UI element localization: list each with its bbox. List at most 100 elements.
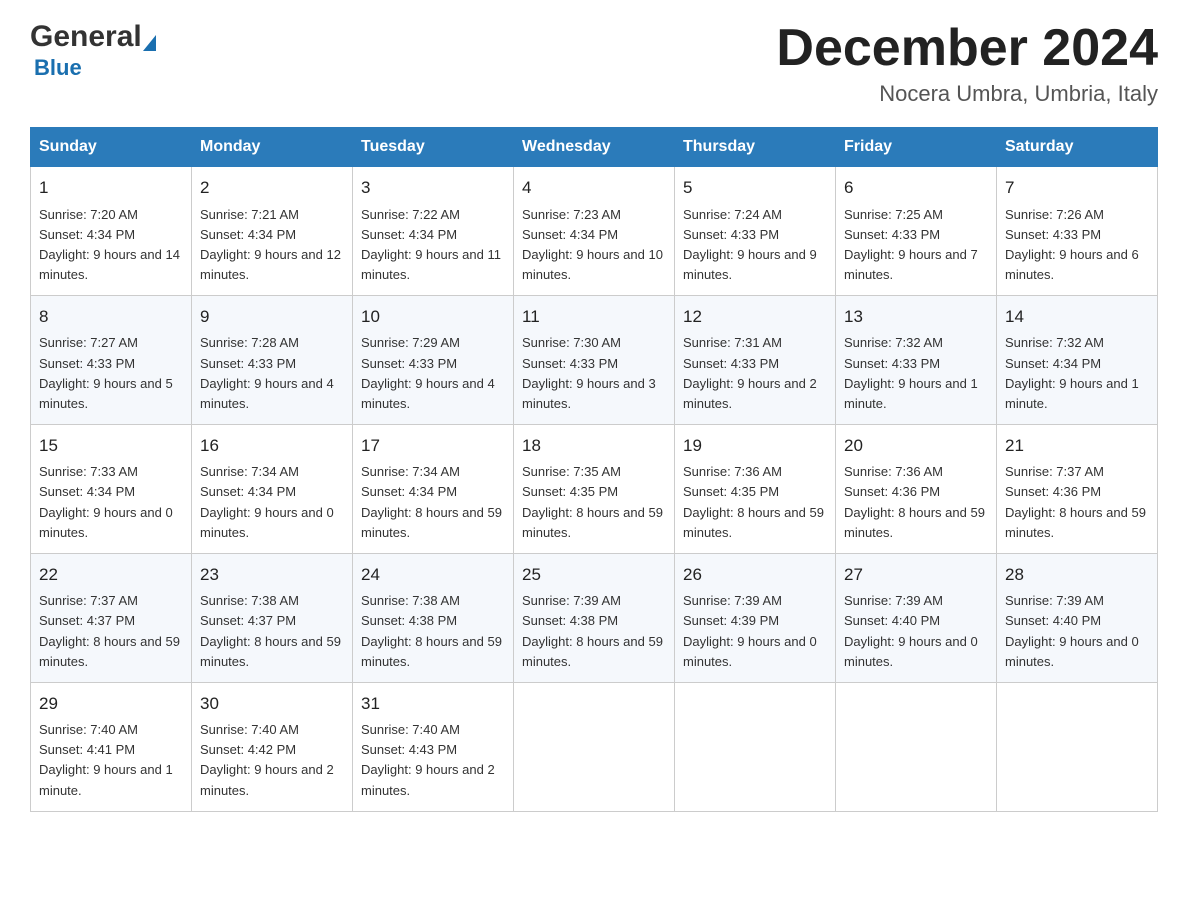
location: Nocera Umbra, Umbria, Italy <box>776 81 1158 107</box>
day-info: Sunrise: 7:21 AMSunset: 4:34 PMDaylight:… <box>200 207 341 282</box>
day-number: 7 <box>1005 175 1149 201</box>
day-cell: 30 Sunrise: 7:40 AMSunset: 4:42 PMDayligh… <box>192 682 353 811</box>
header-sunday: Sunday <box>31 128 192 167</box>
day-info: Sunrise: 7:24 AMSunset: 4:33 PMDaylight:… <box>683 207 817 282</box>
day-number: 24 <box>361 562 505 588</box>
day-number: 10 <box>361 304 505 330</box>
logo: General Blue <box>30 20 156 81</box>
day-info: Sunrise: 7:26 AMSunset: 4:33 PMDaylight:… <box>1005 207 1139 282</box>
day-number: 5 <box>683 175 827 201</box>
day-cell: 26Sunrise: 7:39 AMSunset: 4:39 PMDayligh… <box>675 553 836 682</box>
week-row-4: 22Sunrise: 7:37 AMSunset: 4:37 PMDayligh… <box>31 553 1158 682</box>
day-header-row: SundayMondayTuesdayWednesdayThursdayFrid… <box>31 128 1158 167</box>
day-number: 27 <box>844 562 988 588</box>
day-number: 6 <box>844 175 988 201</box>
day-info: Sunrise: 7:28 AMSunset: 4:33 PMDaylight:… <box>200 335 334 410</box>
day-cell: 2 Sunrise: 7:21 AMSunset: 4:34 PMDaylight… <box>192 167 353 296</box>
day-info: Sunrise: 7:39 AMSunset: 4:40 PMDaylight:… <box>1005 593 1139 668</box>
day-info: Sunrise: 7:39 AMSunset: 4:39 PMDaylight:… <box>683 593 817 668</box>
day-number: 30 <box>200 691 344 717</box>
day-cell: 12 Sunrise: 7:31 AMSunset: 4:33 PMDayligh… <box>675 296 836 425</box>
day-info: Sunrise: 7:38 AMSunset: 4:38 PMDaylight:… <box>361 593 502 668</box>
day-number: 28 <box>1005 562 1149 588</box>
day-info: Sunrise: 7:38 AMSunset: 4:37 PMDaylight:… <box>200 593 341 668</box>
day-info: Sunrise: 7:37 AMSunset: 4:37 PMDaylight:… <box>39 593 180 668</box>
day-cell: 31Sunrise: 7:40 AMSunset: 4:43 PMDayligh… <box>353 682 514 811</box>
day-number: 1 <box>39 175 183 201</box>
day-info: Sunrise: 7:37 AMSunset: 4:36 PMDaylight:… <box>1005 464 1146 539</box>
day-info: Sunrise: 7:32 AMSunset: 4:33 PMDaylight:… <box>844 335 978 410</box>
day-info: Sunrise: 7:33 AMSunset: 4:34 PMDaylight:… <box>39 464 173 539</box>
day-number: 8 <box>39 304 183 330</box>
day-number: 20 <box>844 433 988 459</box>
day-info: Sunrise: 7:32 AMSunset: 4:34 PMDaylight:… <box>1005 335 1139 410</box>
day-number: 21 <box>1005 433 1149 459</box>
day-cell: 9 Sunrise: 7:28 AMSunset: 4:33 PMDaylight… <box>192 296 353 425</box>
logo-general-text: General <box>30 20 156 54</box>
page-header: General Blue December 2024 Nocera Umbra,… <box>30 20 1158 107</box>
day-number: 25 <box>522 562 666 588</box>
day-cell: 11 Sunrise: 7:30 AMSunset: 4:33 PMDayligh… <box>514 296 675 425</box>
day-number: 14 <box>1005 304 1149 330</box>
day-info: Sunrise: 7:22 AMSunset: 4:34 PMDaylight:… <box>361 207 501 282</box>
day-info: Sunrise: 7:23 AMSunset: 4:34 PMDaylight:… <box>522 207 663 282</box>
day-number: 12 <box>683 304 827 330</box>
header-tuesday: Tuesday <box>353 128 514 167</box>
day-number: 29 <box>39 691 183 717</box>
day-cell: 3 Sunrise: 7:22 AMSunset: 4:34 PMDaylight… <box>353 167 514 296</box>
header-thursday: Thursday <box>675 128 836 167</box>
day-cell: 23 Sunrise: 7:38 AMSunset: 4:37 PMDayligh… <box>192 553 353 682</box>
day-cell: 4Sunrise: 7:23 AMSunset: 4:34 PMDaylight… <box>514 167 675 296</box>
week-row-1: 1 Sunrise: 7:20 AMSunset: 4:34 PMDaylight… <box>31 167 1158 296</box>
day-cell <box>836 682 997 811</box>
day-cell: 22Sunrise: 7:37 AMSunset: 4:37 PMDayligh… <box>31 553 192 682</box>
day-cell: 24 Sunrise: 7:38 AMSunset: 4:38 PMDayligh… <box>353 553 514 682</box>
day-cell: 5 Sunrise: 7:24 AMSunset: 4:33 PMDaylight… <box>675 167 836 296</box>
day-cell: 29Sunrise: 7:40 AMSunset: 4:41 PMDayligh… <box>31 682 192 811</box>
day-info: Sunrise: 7:20 AMSunset: 4:34 PMDaylight:… <box>39 207 180 282</box>
calendar-table: SundayMondayTuesdayWednesdayThursdayFrid… <box>30 127 1158 812</box>
header-monday: Monday <box>192 128 353 167</box>
day-number: 3 <box>361 175 505 201</box>
header-friday: Friday <box>836 128 997 167</box>
day-info: Sunrise: 7:30 AMSunset: 4:33 PMDaylight:… <box>522 335 656 410</box>
day-cell: 20 Sunrise: 7:36 AMSunset: 4:36 PMDayligh… <box>836 425 997 554</box>
day-info: Sunrise: 7:29 AMSunset: 4:33 PMDaylight:… <box>361 335 495 410</box>
day-cell <box>675 682 836 811</box>
day-info: Sunrise: 7:35 AMSunset: 4:35 PMDaylight:… <box>522 464 663 539</box>
day-cell: 28 Sunrise: 7:39 AMSunset: 4:40 PMDayligh… <box>997 553 1158 682</box>
day-info: Sunrise: 7:27 AMSunset: 4:33 PMDaylight:… <box>39 335 173 410</box>
day-cell: 13 Sunrise: 7:32 AMSunset: 4:33 PMDayligh… <box>836 296 997 425</box>
day-cell: 27 Sunrise: 7:39 AMSunset: 4:40 PMDayligh… <box>836 553 997 682</box>
day-cell: 15 Sunrise: 7:33 AMSunset: 4:34 PMDayligh… <box>31 425 192 554</box>
title-block: December 2024 Nocera Umbra, Umbria, Ital… <box>776 20 1158 107</box>
day-number: 2 <box>200 175 344 201</box>
day-number: 9 <box>200 304 344 330</box>
day-info: Sunrise: 7:40 AMSunset: 4:42 PMDaylight:… <box>200 722 334 797</box>
day-info: Sunrise: 7:34 AMSunset: 4:34 PMDaylight:… <box>361 464 502 539</box>
day-number: 11 <box>522 304 666 330</box>
day-cell: 18 Sunrise: 7:35 AMSunset: 4:35 PMDayligh… <box>514 425 675 554</box>
day-cell: 1 Sunrise: 7:20 AMSunset: 4:34 PMDaylight… <box>31 167 192 296</box>
header-saturday: Saturday <box>997 128 1158 167</box>
day-info: Sunrise: 7:39 AMSunset: 4:38 PMDaylight:… <box>522 593 663 668</box>
week-row-3: 15 Sunrise: 7:33 AMSunset: 4:34 PMDayligh… <box>31 425 1158 554</box>
month-title: December 2024 <box>776 20 1158 77</box>
day-cell: 7 Sunrise: 7:26 AMSunset: 4:33 PMDaylight… <box>997 167 1158 296</box>
day-info: Sunrise: 7:39 AMSunset: 4:40 PMDaylight:… <box>844 593 978 668</box>
day-info: Sunrise: 7:31 AMSunset: 4:33 PMDaylight:… <box>683 335 817 410</box>
day-info: Sunrise: 7:36 AMSunset: 4:35 PMDaylight:… <box>683 464 824 539</box>
header-wednesday: Wednesday <box>514 128 675 167</box>
day-number: 13 <box>844 304 988 330</box>
day-number: 18 <box>522 433 666 459</box>
day-number: 31 <box>361 691 505 717</box>
day-cell: 25 Sunrise: 7:39 AMSunset: 4:38 PMDayligh… <box>514 553 675 682</box>
logo-blue-text: Blue <box>34 55 82 81</box>
day-number: 23 <box>200 562 344 588</box>
week-row-2: 8 Sunrise: 7:27 AMSunset: 4:33 PMDaylight… <box>31 296 1158 425</box>
day-number: 15 <box>39 433 183 459</box>
day-info: Sunrise: 7:36 AMSunset: 4:36 PMDaylight:… <box>844 464 985 539</box>
day-cell: 10 Sunrise: 7:29 AMSunset: 4:33 PMDayligh… <box>353 296 514 425</box>
day-number: 16 <box>200 433 344 459</box>
day-cell <box>997 682 1158 811</box>
